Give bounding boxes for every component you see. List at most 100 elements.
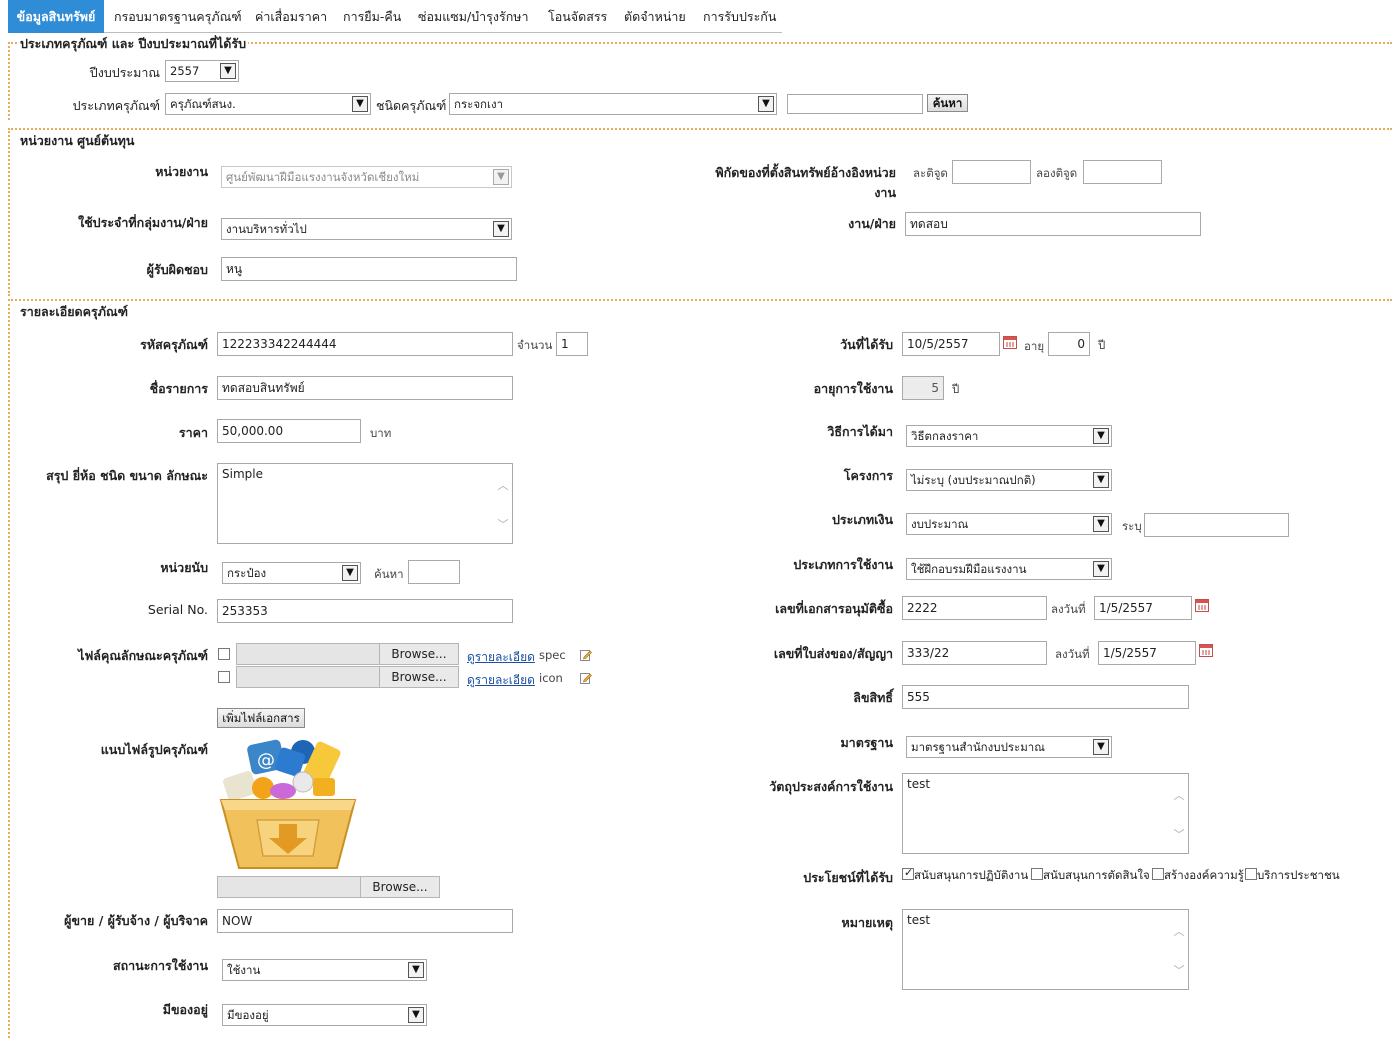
latitude-input[interactable] <box>952 160 1031 184</box>
section-legend-asset-type: ประเภทครุภัณฑ์ และ ปีงบประมาณที่ได้รับ <box>18 34 249 54</box>
asset-type-select[interactable]: ครุภัณฑ์สนง. ▼ <box>165 93 371 115</box>
chevron-down-icon: ▼ <box>408 962 424 978</box>
chevron-down-icon: ▼ <box>1093 516 1109 532</box>
age-input[interactable]: 0 <box>1048 332 1090 356</box>
tab-maintenance[interactable]: ซ่อมแซม/บำรุงรักษา <box>412 0 535 33</box>
note-text: test <box>907 913 931 927</box>
scroll-up-icon: ︿ <box>1173 925 1185 938</box>
acquisition-method-value: วิธีตกลงราคา <box>911 429 979 443</box>
price-input[interactable]: 50,000.00 <box>217 419 361 443</box>
money-type-select[interactable]: งบประมาณ ▼ <box>906 513 1112 535</box>
icon-browse-button[interactable]: Browse... <box>379 666 459 688</box>
benefit-option-public-service: บริการประชาชน <box>1257 868 1340 882</box>
spec-file-checkbox[interactable] <box>218 648 230 660</box>
note-textarea[interactable]: test ︿ ﹀ <box>902 909 1189 990</box>
standard-select[interactable]: มาตรฐานสำนักงบประมาณ ▼ <box>906 736 1112 758</box>
benefit-checkbox-operations[interactable] <box>902 866 914 880</box>
acquisition-method-select[interactable]: วิธีตกลงราคา ▼ <box>906 425 1112 447</box>
approval-no-input[interactable]: 2222 <box>902 596 1047 620</box>
purpose-label: วัตถุประสงค์การใช้งาน <box>769 779 893 794</box>
in-stock-value: มีของอยู่ <box>227 1008 269 1022</box>
scroll-up-icon: ︿ <box>1173 789 1185 802</box>
tab-disposal[interactable]: ตัดจำหน่าย <box>618 0 692 33</box>
fieldset-border <box>8 299 1392 301</box>
edit-icon[interactable] <box>580 649 592 661</box>
tab-asset-info[interactable]: ข้อมูลสินทรัพย์ <box>8 0 104 33</box>
usage-status-value: ใช้งาน <box>227 963 261 977</box>
spec-view-link[interactable]: ดูรายละเอียด <box>467 648 535 667</box>
benefit-option-operations: สนับสนุนการปฏิบัติงาน <box>914 868 1029 882</box>
tab-transfer[interactable]: โอนจัดสรร <box>542 0 613 33</box>
project-select[interactable]: ไม่ระบุ (งบประมาณปกติ) ▼ <box>906 469 1112 491</box>
benefit-checkbox-public-service[interactable] <box>1245 868 1257 880</box>
tab-borrow-return[interactable]: การยืม-คืน <box>337 0 407 33</box>
calendar-icon[interactable] <box>1199 644 1213 657</box>
calendar-icon[interactable] <box>1195 599 1209 612</box>
specify-input[interactable] <box>1144 513 1289 537</box>
budget-year-select[interactable]: 2557 ▼ <box>165 60 239 82</box>
icon-tag: icon <box>539 671 563 685</box>
delivery-date-input[interactable]: 1/5/2557 <box>1098 641 1196 665</box>
asset-code-input[interactable]: 122233342244444 <box>217 332 513 356</box>
scroll-down-icon: ﹀ <box>497 518 509 531</box>
benefit-option-decision: สนับสนุนการตัดสินใจ <box>1043 868 1150 882</box>
asset-kind-label: ชนิดครุภัณฑ์ <box>376 98 447 113</box>
delivery-no-input[interactable]: 333/22 <box>902 641 1047 665</box>
usage-status-select[interactable]: ใช้งาน ▼ <box>222 959 427 981</box>
age-unit: ปี <box>1098 338 1106 352</box>
in-stock-select[interactable]: มีของอยู่ ▼ <box>222 1004 427 1026</box>
received-date-input[interactable]: 10/5/2557 <box>902 332 1000 356</box>
vendor-input[interactable]: NOW <box>217 909 513 933</box>
calendar-icon[interactable] <box>1003 336 1017 349</box>
dept-select[interactable]: งานบริหารทั่วไป ▼ <box>221 218 512 240</box>
age-label: อายุ <box>1024 339 1045 353</box>
unit-search-input[interactable] <box>408 560 460 584</box>
icon-view-link[interactable]: ดูรายละเอียด <box>467 671 535 690</box>
spec-file-label: ไฟล์คุณลักษณะครุภัณฑ์ <box>78 648 208 663</box>
benefit-checkbox-decision[interactable] <box>1031 868 1043 880</box>
image-attach-label: แนบไฟล์รูปครุภัณฑ์ <box>100 742 208 757</box>
project-value: ไม่ระบุ (งบประมาณปกติ) <box>911 473 1036 487</box>
scroll-down-icon: ﹀ <box>1173 964 1185 977</box>
add-document-button[interactable]: เพิ่มไฟล์เอกสาร <box>217 708 305 728</box>
fieldset-border <box>8 128 10 296</box>
benefit-option-knowledge: สร้างองค์ความรู้ <box>1164 868 1244 882</box>
item-name-input[interactable]: ทดสอบสินทรัพย์ <box>217 376 513 400</box>
note-label: หมายเหตุ <box>841 915 893 930</box>
approval-no-label: เลขที่เอกสารอนุมัติซื้อ <box>775 601 893 616</box>
quantity-input[interactable]: 1 <box>556 332 588 356</box>
asset-search-input[interactable] <box>787 94 923 114</box>
asset-image-thumbnail: @ <box>219 739 357 869</box>
serial-label: Serial No. <box>147 602 208 617</box>
tab-depreciation[interactable]: ค่าเสื่อมราคา <box>249 0 333 33</box>
approval-dated-label: ลงวันที่ <box>1051 602 1086 616</box>
icon-file-checkbox[interactable] <box>218 671 230 683</box>
longitude-input[interactable] <box>1083 160 1162 184</box>
tab-standard-frame[interactable]: กรอบมาตรฐานครุภัณฑ์ <box>108 0 248 33</box>
chevron-down-icon: ▼ <box>493 221 509 237</box>
work-label: งาน/ฝ่าย <box>848 216 896 231</box>
spec-file-path <box>236 643 380 665</box>
delivery-dated-label: ลงวันที่ <box>1055 647 1090 661</box>
copyright-input[interactable]: 555 <box>902 685 1189 709</box>
benefit-checkbox-knowledge[interactable] <box>1152 868 1164 880</box>
work-input[interactable]: ทดสอบ <box>905 212 1201 236</box>
spec-browse-button[interactable]: Browse... <box>379 643 459 665</box>
responsible-input[interactable]: หนู <box>221 257 517 281</box>
image-browse-button[interactable]: Browse... <box>360 876 440 898</box>
tab-warranty[interactable]: การรับประกัน <box>697 0 782 33</box>
standard-value: มาตรฐานสำนักงบประมาณ <box>911 740 1045 754</box>
coords-label: พิกัดของที่ตั้งสินทรัพย์อ้างอิงหน่วย <box>715 165 896 180</box>
summary-textarea[interactable]: Simple ︿ ﹀ <box>217 463 513 544</box>
serial-input[interactable]: 253353 <box>217 599 513 623</box>
asset-kind-select[interactable]: กระจกเงา ▼ <box>449 93 777 115</box>
usage-type-select[interactable]: ใช้ฝึกอบรมฝีมือแรงงาน ▼ <box>906 558 1112 580</box>
count-unit-select[interactable]: กระป๋อง ▼ <box>222 562 361 584</box>
approval-date-input[interactable]: 1/5/2557 <box>1094 596 1192 620</box>
item-name-label: ชื่อรายการ <box>149 381 208 396</box>
section-legend-details: รายละเอียดครุภัณฑ์ <box>18 302 130 322</box>
usage-status-label: สถานะการใช้งาน <box>112 958 208 973</box>
purpose-textarea[interactable]: test ︿ ﹀ <box>902 773 1189 854</box>
asset-search-button[interactable]: ค้นหา <box>927 94 968 112</box>
edit-icon[interactable] <box>580 672 592 684</box>
